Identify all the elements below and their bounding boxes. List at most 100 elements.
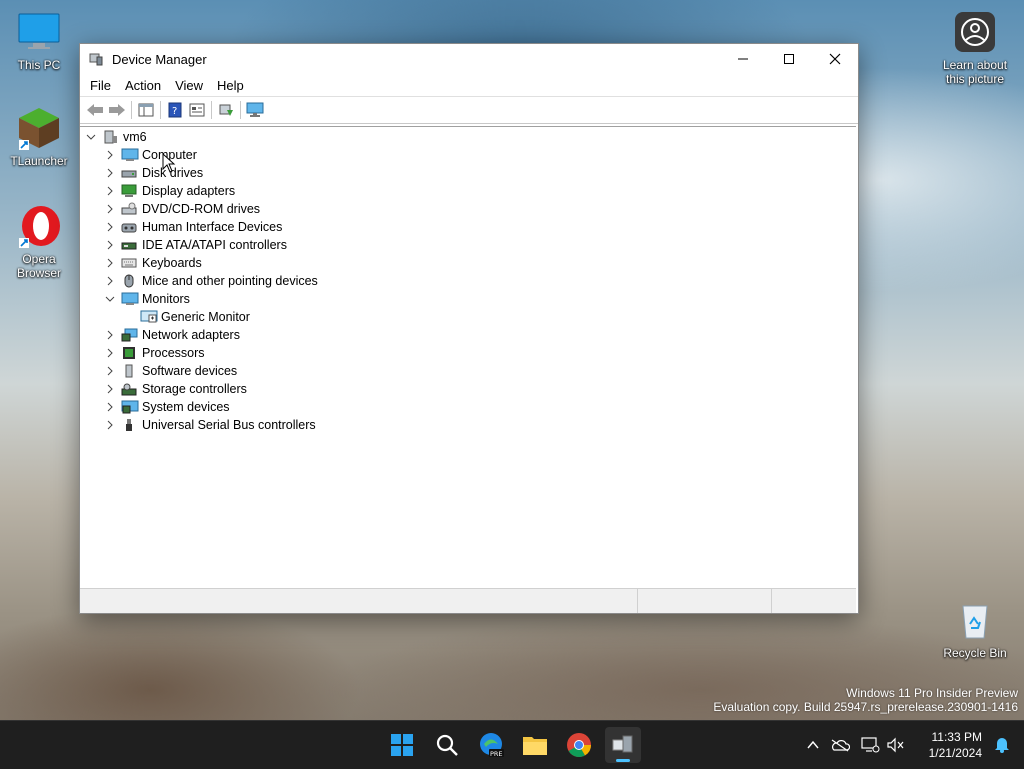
device-tree: vm6 Computer Disk drives Display adapter… bbox=[80, 126, 856, 588]
chrome-icon bbox=[567, 733, 591, 758]
properties-icon bbox=[189, 103, 205, 117]
file-explorer-button[interactable] bbox=[517, 727, 553, 763]
update-driver-button[interactable] bbox=[215, 99, 237, 121]
status-pane-3 bbox=[772, 589, 856, 613]
scan-hardware-changes-button[interactable] bbox=[244, 99, 266, 121]
search-icon bbox=[436, 734, 458, 756]
bell-icon bbox=[995, 738, 1009, 753]
tree-item-dvd-cd-rom-drives[interactable]: DVD/CD-ROM drives bbox=[103, 200, 260, 218]
chevron-right-icon[interactable] bbox=[103, 344, 117, 362]
network-button[interactable] bbox=[856, 737, 884, 753]
chevron-right-icon[interactable] bbox=[103, 416, 117, 434]
tree-item-usb-controllers[interactable]: Universal Serial Bus controllers bbox=[103, 416, 316, 434]
start-button[interactable] bbox=[384, 727, 420, 763]
tree-item-label: Monitors bbox=[142, 292, 190, 306]
tree-item-disk-drives[interactable]: Disk drives bbox=[103, 164, 203, 182]
toolbar-separator bbox=[240, 101, 241, 119]
tree-item-label: DVD/CD-ROM drives bbox=[142, 202, 261, 216]
device-manager-taskbar-button[interactable] bbox=[605, 727, 641, 763]
keyboard-icon bbox=[121, 256, 137, 270]
desktop-icon-label: Recycle Bin bbox=[943, 646, 1007, 660]
chevron-down-icon[interactable] bbox=[103, 290, 117, 308]
tree-item-mice[interactable]: Mice and other pointing devices bbox=[103, 272, 318, 290]
tree-item-human-interface-devices[interactable]: Human Interface Devices bbox=[103, 218, 282, 236]
watermark-line-2: Evaluation copy. Build 25947.rs_prerelea… bbox=[713, 700, 1018, 714]
desktop-icon-this-pc[interactable]: This PC bbox=[4, 10, 74, 72]
ide-controller-icon bbox=[121, 238, 137, 252]
show-hide-console-tree-button[interactable] bbox=[135, 99, 157, 121]
chevron-right-icon[interactable] bbox=[103, 236, 117, 254]
tree-item-label: Software devices bbox=[142, 364, 238, 378]
scan-monitor-icon bbox=[246, 102, 264, 117]
chevron-right-icon[interactable] bbox=[103, 164, 117, 182]
tree-item-label: Human Interface Devices bbox=[142, 220, 283, 234]
chevron-right-icon[interactable] bbox=[103, 218, 117, 236]
maximize-icon bbox=[784, 54, 794, 64]
tree-item-generic-monitor[interactable]: Generic Monitor bbox=[136, 308, 250, 326]
software-device-icon bbox=[121, 364, 137, 378]
edge-pre-button[interactable]: PRE bbox=[473, 727, 509, 763]
tree-item-network-adapters[interactable]: Network adapters bbox=[103, 326, 240, 344]
chevron-right-icon[interactable] bbox=[103, 254, 117, 272]
chevron-right-icon[interactable] bbox=[103, 272, 117, 290]
network-adapter-icon bbox=[121, 328, 138, 342]
forward-button[interactable] bbox=[106, 99, 128, 121]
tree-item-label: Generic Monitor bbox=[161, 310, 250, 324]
tree-item-storage-controllers[interactable]: Storage controllers bbox=[103, 380, 247, 398]
chrome-button[interactable] bbox=[561, 727, 597, 763]
show-hidden-icons-button[interactable] bbox=[802, 740, 824, 750]
desktop-icon-recycle-bin[interactable]: Recycle Bin bbox=[940, 598, 1010, 660]
tree-item-display-adapters[interactable]: Display adapters bbox=[103, 182, 235, 200]
title-bar[interactable]: Device Manager bbox=[80, 44, 858, 74]
system-tray bbox=[802, 721, 908, 769]
chevron-right-icon[interactable] bbox=[103, 146, 117, 164]
volume-muted-icon bbox=[887, 737, 904, 753]
tree-item-monitors[interactable]: Monitors bbox=[103, 290, 190, 308]
desktop-icon-tlauncher[interactable]: TLauncher bbox=[4, 106, 74, 168]
chevron-right-icon[interactable] bbox=[103, 380, 117, 398]
camera-icon bbox=[953, 10, 997, 54]
windows-watermark: Windows 11 Pro Insider Preview Evaluatio… bbox=[713, 686, 1018, 714]
tree-item-label: Network adapters bbox=[142, 328, 240, 342]
tree-item-system-devices[interactable]: System devices bbox=[103, 398, 230, 416]
help-button[interactable]: ? bbox=[164, 99, 186, 121]
chevron-down-icon[interactable] bbox=[84, 128, 98, 146]
search-button[interactable] bbox=[429, 727, 465, 763]
tree-item-label: Mice and other pointing devices bbox=[142, 274, 318, 288]
chevron-right-icon[interactable] bbox=[103, 182, 117, 200]
tree-item-computer[interactable]: Computer bbox=[103, 146, 197, 164]
device-manager-window: Device Manager File Action View Help ? v… bbox=[79, 43, 859, 614]
tree-item-processors[interactable]: Processors bbox=[103, 344, 205, 362]
chevron-right-icon[interactable] bbox=[103, 200, 117, 218]
close-button[interactable] bbox=[812, 44, 858, 74]
svg-text:PRE: PRE bbox=[490, 750, 503, 758]
chevron-right-icon[interactable] bbox=[103, 362, 117, 380]
computer-icon bbox=[121, 148, 139, 162]
maximize-button[interactable] bbox=[766, 44, 812, 74]
back-button[interactable] bbox=[84, 99, 106, 121]
desktop-icon-learn-about-picture[interactable]: Learn about this picture bbox=[938, 10, 1012, 86]
console-tree-icon bbox=[138, 103, 154, 117]
menu-action[interactable]: Action bbox=[119, 76, 167, 95]
notifications-button[interactable] bbox=[994, 735, 1010, 756]
desktop-icon-opera[interactable]: Opera Browser bbox=[4, 204, 74, 280]
tree-root[interactable]: vm6 bbox=[84, 128, 147, 146]
chevron-right-icon[interactable] bbox=[103, 326, 117, 344]
menu-view[interactable]: View bbox=[169, 76, 209, 95]
onedrive-button[interactable] bbox=[824, 738, 856, 752]
tree-item-ide-ata-atapi-controllers[interactable]: IDE ATA/ATAPI controllers bbox=[103, 236, 287, 254]
tree-item-keyboards[interactable]: Keyboards bbox=[103, 254, 202, 272]
tree-item-label: Storage controllers bbox=[142, 382, 247, 396]
taskbar-clock[interactable]: 11:33 PM 1/21/2024 bbox=[929, 729, 982, 761]
properties-button[interactable] bbox=[186, 99, 208, 121]
display-adapter-icon bbox=[121, 184, 137, 198]
minimize-button[interactable] bbox=[720, 44, 766, 74]
chevron-up-icon bbox=[807, 740, 819, 749]
menu-file[interactable]: File bbox=[84, 76, 117, 95]
volume-button[interactable] bbox=[884, 737, 908, 753]
chevron-right-icon[interactable] bbox=[103, 398, 117, 416]
toolbar-separator bbox=[211, 101, 212, 119]
status-bar bbox=[80, 588, 856, 613]
menu-help[interactable]: Help bbox=[211, 76, 250, 95]
tree-item-software-devices[interactable]: Software devices bbox=[103, 362, 237, 380]
